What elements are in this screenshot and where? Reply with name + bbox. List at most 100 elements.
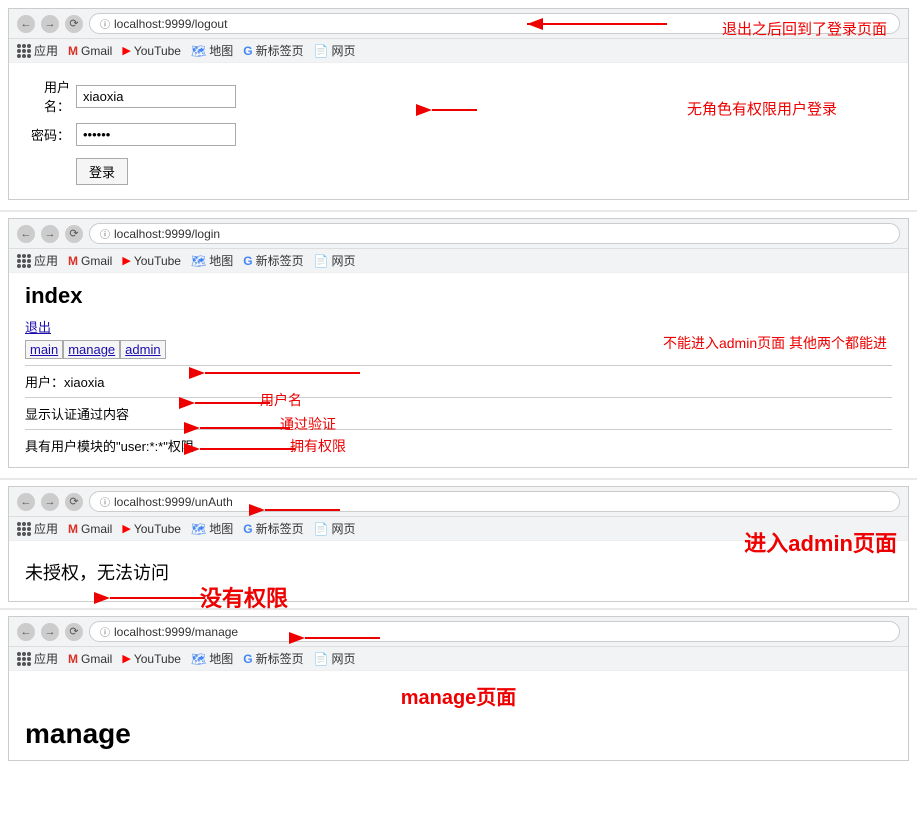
refresh-button-2[interactable]: ⟳ <box>65 225 83 243</box>
forward-button-4[interactable]: → <box>41 623 59 641</box>
google-bookmark-3[interactable]: G 新标签页 <box>243 520 303 537</box>
google-label-2: 新标签页 <box>256 252 304 269</box>
logout-link[interactable]: 退出 <box>25 320 51 335</box>
youtube-bookmark-2[interactable]: ▶ YouTube <box>122 254 181 268</box>
nav-main-link[interactable]: main <box>25 340 63 359</box>
lock-icon-4: ⓘ <box>100 624 110 639</box>
youtube-icon-4: ▶ <box>122 652 130 665</box>
no-role-annotation: 无角色有权限用户登录 <box>687 98 837 119</box>
gmail-bookmark[interactable]: M Gmail <box>68 44 112 58</box>
address-field-2[interactable]: ⓘ localhost:9999/login <box>89 223 900 244</box>
apps-icon-4 <box>17 652 31 666</box>
web-bookmark-4[interactable]: 📄 网页 <box>314 650 356 667</box>
manage-page-content: manage页面 manage <box>9 671 908 760</box>
nav-manage-link[interactable]: manage <box>63 340 120 359</box>
apps-icon-2 <box>17 254 31 268</box>
maps-bookmark-4[interactable]: 🗺 地图 <box>191 650 233 667</box>
password-input[interactable] <box>76 123 236 146</box>
url-1: localhost:9999/logout <box>114 17 227 31</box>
youtube-icon-3: ▶ <box>122 522 130 535</box>
gmail-label-3: Gmail <box>81 522 112 536</box>
permission-label: 具有用户模块的"user:*:*"权限 <box>25 439 194 454</box>
no-permission-annotation: 没有权限 <box>200 581 288 613</box>
admin-annotation: 进入admin页面 <box>744 526 897 558</box>
lock-icon-2: ⓘ <box>100 226 110 241</box>
web-bookmark[interactable]: 📄 网页 <box>314 42 356 59</box>
auth-label: 显示认证通过内容 <box>25 407 129 422</box>
youtube-label: YouTube <box>134 44 181 58</box>
youtube-icon-2: ▶ <box>122 254 130 267</box>
bookmarks-bar-1: 应用 M Gmail ▶ YouTube 🗺 地图 G 新标签页 <box>9 39 908 63</box>
youtube-icon: ▶ <box>122 44 130 57</box>
apps-bookmark[interactable]: 应用 <box>17 42 58 59</box>
gmail-icon: M <box>68 44 78 58</box>
gmail-bookmark-4[interactable]: M Gmail <box>68 652 112 666</box>
url-4: localhost:9999/manage <box>114 625 238 639</box>
cant-admin-annotation: 不能进入admin页面 其他两个都能进 <box>663 333 887 353</box>
forward-button[interactable]: → <box>41 15 59 33</box>
apps-bookmark-4[interactable]: 应用 <box>17 650 58 667</box>
maps-bookmark-2[interactable]: 🗺 地图 <box>191 252 233 269</box>
web-bookmark-2[interactable]: 📄 网页 <box>314 252 356 269</box>
google-icon-3: G <box>243 522 252 536</box>
refresh-button[interactable]: ⟳ <box>65 15 83 33</box>
username-input[interactable] <box>76 85 236 108</box>
nav-admin-link[interactable]: admin <box>120 340 165 359</box>
gmail-label: Gmail <box>81 44 112 58</box>
back-button-4[interactable]: ← <box>17 623 35 641</box>
youtube-bookmark-4[interactable]: ▶ YouTube <box>122 652 181 666</box>
folder-icon-4: 📄 <box>314 652 329 666</box>
gmail-icon-4: M <box>68 652 78 666</box>
maps-label-4: 地图 <box>209 650 233 667</box>
forward-button-3[interactable]: → <box>41 493 59 511</box>
back-button-2[interactable]: ← <box>17 225 35 243</box>
youtube-bookmark-3[interactable]: ▶ YouTube <box>122 522 181 536</box>
maps-icon-3: 🗺 <box>191 522 206 536</box>
auth-label-row: 显示认证通过内容 <box>25 404 892 423</box>
apps-icon-3 <box>17 522 31 536</box>
maps-icon: 🗺 <box>191 44 206 58</box>
apps-label-4: 应用 <box>34 650 58 667</box>
folder-icon: 📄 <box>314 44 329 58</box>
divider-1 <box>25 365 892 366</box>
address-field-4[interactable]: ⓘ localhost:9999/manage <box>89 621 900 642</box>
forward-button-2[interactable]: → <box>41 225 59 243</box>
password-label: 密码： <box>25 125 70 144</box>
unauth-text: 未授权，无法访问 <box>25 559 892 585</box>
gmail-bookmark-2[interactable]: M Gmail <box>68 254 112 268</box>
manage-note: manage页面 <box>25 681 892 710</box>
bookmarks-bar-2: 应用 M Gmail ▶ YouTube 🗺 地图 G 新标签页 <box>9 249 908 273</box>
youtube-bookmark[interactable]: ▶ YouTube <box>122 44 181 58</box>
maps-label: 地图 <box>209 42 233 59</box>
google-bookmark-2[interactable]: G 新标签页 <box>243 252 303 269</box>
apps-bookmark-2[interactable]: 应用 <box>17 252 58 269</box>
maps-bookmark[interactable]: 🗺 地图 <box>191 42 233 59</box>
gmail-bookmark-3[interactable]: M Gmail <box>68 522 112 536</box>
lock-icon-3: ⓘ <box>100 494 110 509</box>
gmail-icon-3: M <box>68 522 78 536</box>
maps-bookmark-3[interactable]: 🗺 地图 <box>191 520 233 537</box>
folder-icon-2: 📄 <box>314 254 329 268</box>
apps-bookmark-3[interactable]: 应用 <box>17 520 58 537</box>
user-label: 用户：xiaoxia <box>25 375 104 390</box>
web-label: 网页 <box>332 42 356 59</box>
index-page-content: index 退出 main manage admin 用户：xiaoxia 显示… <box>9 273 908 467</box>
web-label-2: 网页 <box>332 252 356 269</box>
refresh-button-4[interactable]: ⟳ <box>65 623 83 641</box>
address-field-3[interactable]: ⓘ localhost:9999/unAuth <box>89 491 900 512</box>
logout-annotation: 退出之后回到了登录页面 <box>722 18 887 39</box>
back-button-3[interactable]: ← <box>17 493 35 511</box>
auth-annotation: 通过验证 <box>280 414 336 434</box>
google-label: 新标签页 <box>256 42 304 59</box>
permission-label-row: 具有用户模块的"user:*:*"权限 <box>25 436 892 455</box>
maps-icon-2: 🗺 <box>191 254 206 268</box>
google-bookmark[interactable]: G 新标签页 <box>243 42 303 59</box>
youtube-label-4: YouTube <box>134 652 181 666</box>
refresh-button-3[interactable]: ⟳ <box>65 493 83 511</box>
google-bookmark-4[interactable]: G 新标签页 <box>243 650 303 667</box>
web-bookmark-3[interactable]: 📄 网页 <box>314 520 356 537</box>
user-info-row: 用户：xiaoxia <box>25 372 892 391</box>
url-3: localhost:9999/unAuth <box>114 495 233 509</box>
back-button[interactable]: ← <box>17 15 35 33</box>
login-button[interactable]: 登录 <box>76 158 128 185</box>
